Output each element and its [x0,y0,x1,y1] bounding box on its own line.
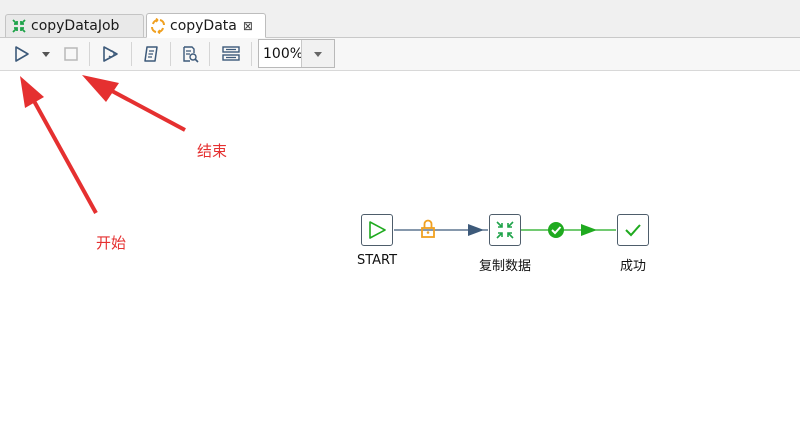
run-options-button[interactable] [38,38,54,70]
stop-button[interactable] [60,38,82,70]
toolbar-separator [209,42,210,66]
job-canvas[interactable]: 结束 开始 START 复制数据 成功 [0,71,800,427]
sql-icon [183,46,199,63]
copy-data-node-label: 复制数据 [478,259,531,274]
zoom-select[interactable]: 100% [258,39,335,68]
chevron-down-icon [314,51,322,57]
tab-label: copyData [170,17,237,34]
hop-arrowhead [468,224,484,236]
zoom-dropdown-button[interactable] [301,40,334,67]
start-icon [369,221,386,239]
check-transformation-button[interactable] [139,38,163,70]
check-icon [144,46,158,62]
toolbar-separator [131,42,132,66]
layout-button[interactable] [218,38,244,70]
start-node[interactable] [361,214,393,246]
transformation-icon [496,221,514,239]
start-arrowhead [20,76,44,108]
transformation-icon [151,17,165,34]
hop-arrowhead [581,224,597,236]
tab-copydatajob[interactable]: copyDataJob [5,14,144,37]
tab-copydata[interactable]: copyData ⊠ [146,13,266,38]
stop-icon [64,47,78,61]
sql-explore-button[interactable] [178,38,202,70]
replay-button[interactable] [98,38,124,70]
editor-tab-bar: copyDataJob copyData ⊠ [0,0,800,38]
toolbar-separator [170,42,171,66]
toolbar-separator [251,42,252,66]
end-arrowhead [82,75,119,102]
success-icon [625,224,641,237]
start-node-label: START [356,253,398,268]
editor-toolbar: 100% [0,38,800,71]
copy-data-node[interactable] [489,214,521,246]
run-dropdown-icon [42,52,50,57]
tab-label: copyDataJob [31,18,120,34]
run-button[interactable] [10,38,34,70]
close-icon[interactable]: ⊠ [243,19,253,33]
lock-icon[interactable] [421,219,435,238]
success-node-label: 成功 [619,259,646,274]
replay-icon [103,46,118,62]
layout-icon [222,46,240,61]
success-hop-icon[interactable] [548,222,564,238]
toolbar-separator [89,42,90,66]
start-arrow [32,100,98,214]
start-annotation: 开始 [96,234,127,252]
zoom-value: 100% [263,45,304,62]
success-node[interactable] [617,214,649,246]
end-annotation: 结束 [197,142,228,160]
job-icon [12,19,26,33]
end-arrow [111,89,186,132]
run-icon [15,46,29,62]
